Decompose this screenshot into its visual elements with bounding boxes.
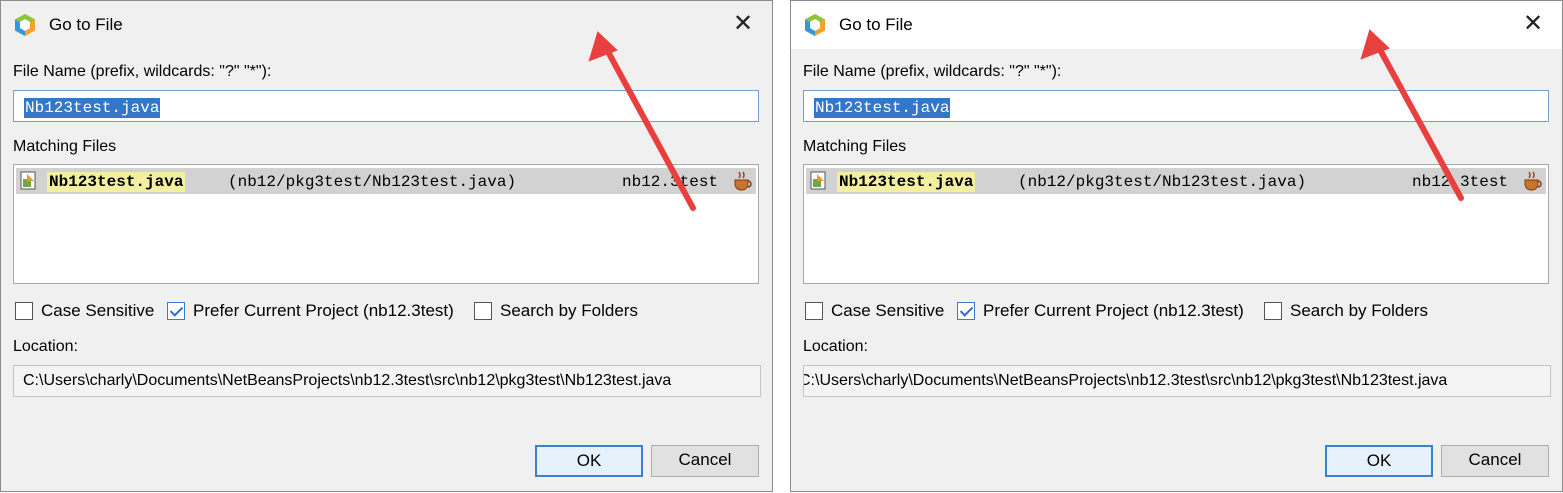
case-sensitive-checkbox[interactable]: Case Sensitive — [15, 299, 154, 323]
file-name-value: Nb123test.java — [814, 98, 951, 118]
location-field[interactable]: C:\Users\charly\Documents\NetBeansProjec… — [803, 365, 1551, 397]
checkbox-label: Search by Folders — [500, 301, 638, 320]
case-sensitive-checkbox[interactable]: Case Sensitive — [805, 299, 944, 323]
location-label: Location: — [803, 338, 868, 355]
ok-button[interactable]: OK — [535, 445, 643, 477]
java-project-cup-icon — [1524, 171, 1542, 191]
checkbox-label: Case Sensitive — [41, 301, 155, 320]
netbeans-logo-icon — [15, 14, 35, 36]
close-icon[interactable]: ✕ — [724, 7, 762, 41]
checkbox-label: Prefer Current Project (nb12.3test) — [983, 301, 1244, 320]
java-file-icon — [20, 171, 36, 190]
location-label: Location: — [13, 338, 78, 355]
result-project: nb12.3test — [1412, 173, 1509, 191]
java-file-icon — [810, 171, 826, 190]
checkbox-label: Case Sensitive — [831, 301, 945, 320]
checkbox-box — [474, 302, 492, 320]
java-project-cup-icon — [734, 171, 752, 191]
file-name-label: File Name (prefix, wildcards: "?" "*"): — [803, 63, 1062, 80]
dialog-title: Go to File — [839, 15, 913, 34]
matching-files-list[interactable]: Nb123test.java (nb12/pkg3test/Nb123test.… — [803, 164, 1549, 284]
result-file-name: Nb123test.java — [837, 172, 976, 192]
title-bar: Go to File ✕ — [791, 1, 1562, 49]
search-by-folders-checkbox[interactable]: Search by Folders — [1264, 299, 1428, 323]
location-value: C:\Users\charly\Documents\NetBeansProjec… — [23, 372, 672, 389]
file-name-input[interactable]: Nb123test.java — [803, 90, 1549, 122]
title-bar: Go to File ✕ — [1, 1, 772, 49]
matching-files-label: Matching Files — [803, 138, 907, 155]
netbeans-logo-icon — [805, 14, 825, 36]
list-item[interactable]: Nb123test.java (nb12/pkg3test/Nb123test.… — [16, 168, 756, 194]
file-name-input[interactable]: Nb123test.java — [13, 90, 759, 122]
checkbox-box — [1264, 302, 1282, 320]
result-file-path: (nb12/pkg3test/Nb123test.java) — [228, 173, 517, 191]
result-project: nb12.3test — [622, 173, 719, 191]
checkmark-icon — [167, 302, 185, 320]
prefer-current-project-checkbox[interactable]: Prefer Current Project (nb12.3test) — [957, 299, 1244, 323]
location-value: C:\Users\charly\Documents\NetBeansProjec… — [803, 372, 1448, 389]
checkbox-box — [805, 302, 823, 320]
ok-button[interactable]: OK — [1325, 445, 1433, 477]
file-name-label: File Name (prefix, wildcards: "?" "*"): — [13, 63, 272, 80]
prefer-current-project-checkbox[interactable]: Prefer Current Project (nb12.3test) — [167, 299, 454, 323]
dialog-title: Go to File — [49, 15, 123, 34]
result-file-path: (nb12/pkg3test/Nb123test.java) — [1018, 173, 1307, 191]
checkmark-icon — [957, 302, 975, 320]
matching-files-label: Matching Files — [13, 138, 117, 155]
search-by-folders-checkbox[interactable]: Search by Folders — [474, 299, 638, 323]
go-to-file-dialog-right: Go to File ✕ File Name (prefix, wildcard… — [790, 0, 1563, 492]
close-icon[interactable]: ✕ — [1514, 7, 1552, 41]
result-file-name: Nb123test.java — [47, 172, 186, 192]
list-item[interactable]: Nb123test.java (nb12/pkg3test/Nb123test.… — [806, 168, 1546, 194]
checkbox-label: Search by Folders — [1290, 301, 1428, 320]
go-to-file-dialog-left: Go to File ✕ File Name (prefix, wildcard… — [0, 0, 773, 492]
cancel-button[interactable]: Cancel — [1441, 445, 1549, 477]
checkbox-label: Prefer Current Project (nb12.3test) — [193, 301, 454, 320]
matching-files-list[interactable]: Nb123test.java (nb12/pkg3test/Nb123test.… — [13, 164, 759, 284]
location-field[interactable]: C:\Users\charly\Documents\NetBeansProjec… — [13, 365, 761, 397]
cancel-button[interactable]: Cancel — [651, 445, 759, 477]
checkbox-box — [15, 302, 33, 320]
file-name-value: Nb123test.java — [24, 98, 161, 118]
